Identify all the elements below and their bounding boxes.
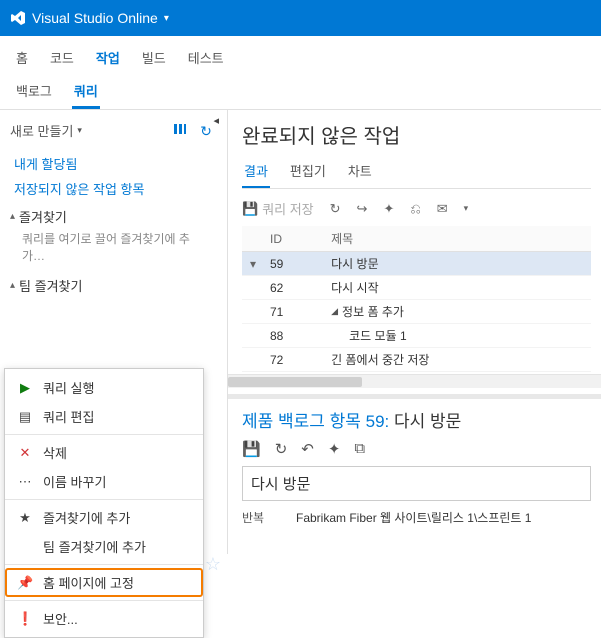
result-subtabs: 결과 편집기 차트 [242,155,591,189]
page-title: 완료되지 않은 작업 [242,120,591,149]
iteration-field: 반복 Fabrikam Fiber 웹 사이트\릴리스 1\스프린트 1 [242,509,591,526]
subtab-results[interactable]: 결과 [242,155,270,188]
edit-icon: ▤ [17,409,33,425]
table-row[interactable]: 71◢정보 폼 추가 [242,300,591,324]
cell-title: 긴 폼에서 중간 저장 [325,348,591,372]
content-area: 완료되지 않은 작업 결과 편집기 차트 💾쿼리 저장 ↻ ↪ ✦ ⎌ ✉ ▾ … [228,110,601,554]
detail-title-input[interactable]: 다시 방문 [242,466,591,501]
menu-edit-query[interactable]: ▤쿼리 편집 [5,402,203,431]
cell-title: 다시 시작 [325,276,591,300]
email-button[interactable]: ✉ [437,201,448,217]
menu-security[interactable]: ❗보안... [5,604,203,633]
columns-icon[interactable] [169,118,191,140]
nav-test[interactable]: 테스트 [186,44,226,71]
cell-title: ◢정보 폼 추가 [325,300,591,324]
cell-title: 코드 모듈 1 [325,324,591,348]
new-item-button[interactable]: ✦ [383,201,394,217]
col-title[interactable]: 제목 [325,226,591,252]
new-label: 새로 만들기 [10,121,73,140]
context-menu: ▶쿼리 실행 ▤쿼리 편집 ✕삭제 ⋯이름 바꾸기 ★즐겨찾기에 추가 팀 즐겨… [4,368,204,638]
refresh-button[interactable]: ↻ [330,201,341,217]
link-assigned-to-me[interactable]: 내게 할당됨 [10,151,217,176]
star-outline-icon[interactable]: ☆ [205,554,221,575]
nav-work[interactable]: 작업 [94,44,122,71]
menu-add-team-favorite[interactable]: 팀 즐겨찾기에 추가 [5,532,203,561]
detail-refresh-icon[interactable]: ↻ [275,440,288,458]
play-icon: ▶ [17,380,33,396]
table-row[interactable]: 88코드 모듈 1 [242,324,591,348]
save-query-button[interactable]: 💾쿼리 저장 [242,199,314,218]
subnav-queries[interactable]: 쿼리 [72,75,100,109]
menu-add-favorite[interactable]: ★즐겨찾기에 추가 [5,503,203,532]
link-item-button[interactable]: ⎌ [410,201,420,217]
section-favorites[interactable]: 즐겨찾기 [10,201,217,228]
row-expander[interactable] [242,324,264,348]
nav-code[interactable]: 코드 [48,44,76,71]
favorites-hint: 쿼리를 여기로 끌어 즐겨찾기에 추가… [10,228,217,270]
subnav-backlog[interactable]: 백로그 [14,75,54,109]
detail-undo-icon[interactable]: ↶ [301,440,314,458]
sub-nav: 백로그 쿼리 [0,71,601,110]
group-caret-icon[interactable]: ◢ [331,306,338,317]
pin-icon: 📌 [17,575,33,591]
redo-button[interactable]: ↪ [357,201,368,217]
menu-pin-to-home[interactable]: 📌홈 페이지에 고정 [5,568,203,597]
cell-id: 88 [264,324,325,348]
more-dropdown[interactable]: ▾ [464,203,469,214]
detail-heading: 제품 백로그 항목 59: 다시 방문 [242,407,591,432]
table-row[interactable]: ▾59다시 방문 [242,252,591,276]
horizontal-scrollbar[interactable] [228,374,601,388]
save-icon: 💾 [242,201,258,217]
chevron-down-icon: ▾ [77,125,82,136]
menu-run-query[interactable]: ▶쿼리 실행 [5,373,203,402]
results-grid: ID 제목 ▾59다시 방문62다시 시작71◢정보 폼 추가88코드 모듈 1… [242,226,591,372]
nav-home[interactable]: 홈 [14,44,30,71]
results-toolbar: 💾쿼리 저장 ↻ ↪ ✦ ⎌ ✉ ▾ [242,195,591,226]
table-row[interactable]: 62다시 시작 [242,276,591,300]
menu-rename[interactable]: ⋯이름 바꾸기 [5,467,203,496]
app-logo[interactable]: Visual Studio Online ▾ [10,10,169,26]
cell-title: 다시 방문 [325,252,591,276]
vs-logo-icon [10,10,26,26]
main-nav: 홈 코드 작업 빌드 테스트 [0,36,601,71]
cell-id: 71 [264,300,325,324]
iteration-label: 반복 [242,509,282,526]
delete-icon: ✕ [17,445,33,461]
row-expander[interactable] [242,300,264,324]
cell-id: 62 [264,276,325,300]
app-topbar: Visual Studio Online ▾ [0,0,601,36]
nav-build[interactable]: 빌드 [140,44,168,71]
detail-toolbar: 💾 ↻ ↶ ✦ ⧉ [242,438,591,466]
link-unsaved-items[interactable]: 저장되지 않은 작업 항목 [10,176,217,201]
star-icon: ★ [17,510,33,526]
cell-id: 72 [264,348,325,372]
subtab-editor[interactable]: 편집기 [288,155,328,188]
detail-copy-icon[interactable]: ⧉ [354,440,365,458]
detail-save-icon[interactable]: 💾 [242,440,261,458]
sidebar: ◂ 새로 만들기 ▾ ↻ 내게 할당됨 저장되지 않은 작업 항목 즐겨찾기 쿼… [0,110,228,554]
col-id[interactable]: ID [264,226,325,252]
rename-icon: ⋯ [17,474,33,490]
cell-id: 59 [264,252,325,276]
app-title: Visual Studio Online [32,10,158,26]
collapse-sidebar-icon[interactable]: ◂ [213,114,219,127]
shield-icon: ❗ [17,611,33,627]
row-expander[interactable] [242,276,264,300]
iteration-value[interactable]: Fabrikam Fiber 웹 사이트\릴리스 1\스프린트 1 [296,509,531,526]
section-team-favorites[interactable]: 팀 즐겨찾기 [10,270,217,297]
table-row[interactable]: 72긴 폼에서 중간 저장 [242,348,591,372]
detail-action1-icon[interactable]: ✦ [328,440,341,458]
menu-delete[interactable]: ✕삭제 [5,438,203,467]
new-dropdown[interactable]: 새로 만들기 ▾ [10,121,82,140]
app-dropdown-icon[interactable]: ▾ [164,13,169,24]
subtab-charts[interactable]: 차트 [346,155,374,188]
row-expander[interactable] [242,348,264,372]
row-expander[interactable]: ▾ [242,252,264,276]
